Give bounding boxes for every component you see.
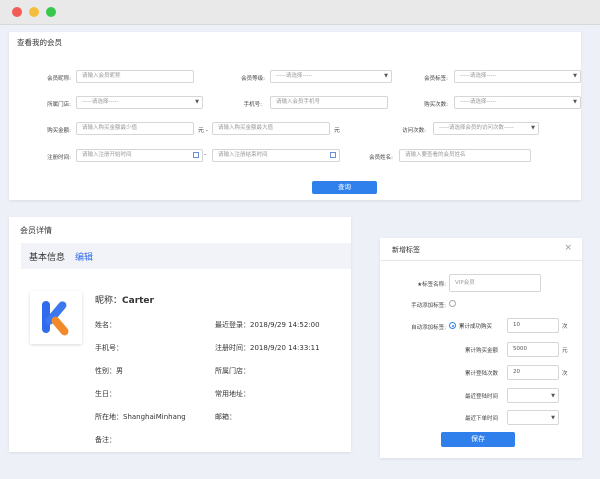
store-label: 所属门店: xyxy=(47,102,71,108)
register-time-field: 注册时间：2018/9/20 14:33:11 xyxy=(215,344,320,352)
gender-field: 性别：男 xyxy=(95,367,123,375)
member-detail-panel: 会员详情 基本信息 编辑 昵称：Carter 姓名： 最近登录：2018/9/2… xyxy=(9,217,351,452)
detail-panel-title: 会员详情 xyxy=(20,226,52,235)
remark-field: 备注： xyxy=(95,436,116,444)
visit-count-select[interactable]: -----请选择会员的访问次数----- ▼ xyxy=(433,122,539,135)
amount-min-input[interactable]: 请输入购买金额最少值 xyxy=(76,122,194,135)
level-label: 会员等级: xyxy=(241,76,265,82)
tag-select-value: -----请选择----- xyxy=(460,73,497,79)
register-end-input[interactable]: 请输入注册结束时间 xyxy=(212,149,340,162)
nickname-label: 会员昵称: xyxy=(47,76,71,82)
level-select-value: -----请选择----- xyxy=(276,73,313,79)
member-name-input[interactable]: 请输入要查看的会员姓名 xyxy=(399,149,531,162)
manual-tag-label: 手动添加标签: xyxy=(411,303,446,309)
purchase-count-unit: 次 xyxy=(562,324,568,330)
total-amount-label: 累计购买金额 xyxy=(464,348,498,354)
basic-info-title: 基本信息 xyxy=(29,253,66,263)
phone-label: 手机号: xyxy=(243,102,262,108)
visit-count-label: 访问次数: xyxy=(402,128,426,134)
save-button[interactable]: 保存 xyxy=(441,432,515,447)
purchase-count-select[interactable]: -----请选择----- ▼ xyxy=(454,96,581,109)
logo-icon xyxy=(42,301,69,336)
location-field: 所在地：ShanghaiMinhang xyxy=(95,413,186,421)
auto-tag-label: 自动添加标签: xyxy=(411,325,446,331)
tag-select[interactable]: -----请选择----- ▼ xyxy=(454,70,581,83)
app-window: 查看我的会员 会员昵称: 请输入会员昵称 会员等级: -----请选择-----… xyxy=(0,0,600,479)
login-count-input[interactable]: 20 xyxy=(507,365,559,380)
store-select[interactable]: -----请选择----- ▼ xyxy=(76,96,203,109)
total-amount-unit: 元 xyxy=(562,348,568,354)
last-login-field: 最近登录：2018/9/29 14:52:00 xyxy=(215,321,320,329)
member-search-panel: 查看我的会员 会员昵称: 请输入会员昵称 会员等级: -----请选择-----… xyxy=(9,32,581,200)
nickname-input[interactable]: 请输入会员昵称 xyxy=(76,70,194,83)
minimize-window-icon[interactable] xyxy=(29,7,39,17)
dialog-divider xyxy=(380,260,582,261)
chevron-down-icon: ▼ xyxy=(195,99,199,105)
register-end-value: 请输入注册结束时间 xyxy=(218,152,268,158)
birthday-field: 生日： xyxy=(95,390,116,398)
calendar-icon xyxy=(330,152,336,158)
level-select[interactable]: -----请选择----- ▼ xyxy=(270,70,392,83)
close-window-icon[interactable] xyxy=(12,7,22,17)
store-select-value: -----请选择----- xyxy=(82,99,119,105)
purchase-count-input[interactable]: 10 xyxy=(507,318,559,333)
last-order-time-label: 最近下单时间 xyxy=(464,416,498,422)
chevron-down-icon: ▼ xyxy=(384,73,388,79)
nickname-value: Carter xyxy=(122,296,154,306)
auto-tag-option: 累计成功购买 xyxy=(459,324,493,330)
purchase-count-label: 购买次数: xyxy=(424,102,448,108)
store-field: 所属门店： xyxy=(215,367,250,375)
member-name-label: 会员姓名: xyxy=(369,155,393,161)
close-icon[interactable]: × xyxy=(564,243,572,253)
tag-label: 会员标签: xyxy=(424,76,448,82)
search-panel-title: 查看我的会员 xyxy=(17,38,62,47)
register-time-label: 注册时间: xyxy=(47,155,71,161)
add-tag-dialog: 新增标签 × ★标签名称: VIP会员 手动添加标签: 自动添加标签: 累计成功… xyxy=(380,238,582,458)
last-login-time-select[interactable]: ▼ xyxy=(507,388,559,403)
edit-link[interactable]: 编辑 xyxy=(75,250,93,263)
register-range-separator: - xyxy=(204,151,207,158)
dialog-title: 新增标签 xyxy=(392,246,420,254)
total-amount-input[interactable]: 5000 xyxy=(507,342,559,357)
amount-label: 购买金额: xyxy=(47,128,71,134)
purchase-count-value: -----请选择----- xyxy=(460,99,497,105)
tag-name-input[interactable]: VIP会员 xyxy=(449,274,541,292)
calendar-icon xyxy=(193,152,199,158)
register-start-value: 请输入注册开始时间 xyxy=(82,152,132,158)
basic-info-header: 基本信息 编辑 xyxy=(21,243,351,269)
login-count-label: 累计登陆次数 xyxy=(464,371,498,377)
phone-field: 手机号： xyxy=(95,344,123,352)
manual-tag-radio[interactable] xyxy=(449,300,456,307)
window-titlebar xyxy=(0,0,600,25)
address-field: 常用地址： xyxy=(215,390,250,398)
tag-name-label: ★标签名称: xyxy=(417,282,446,288)
register-start-input[interactable]: 请输入注册开始时间 xyxy=(76,149,203,162)
visit-count-value: -----请选择会员的访问次数----- xyxy=(439,125,514,131)
maximize-window-icon[interactable] xyxy=(46,7,56,17)
chevron-down-icon: ▼ xyxy=(551,415,555,421)
query-button[interactable]: 查询 xyxy=(312,181,377,194)
name-field: 姓名： xyxy=(95,321,116,329)
amount-unit: 元 xyxy=(334,127,341,134)
chevron-down-icon: ▼ xyxy=(573,73,577,79)
auto-tag-radio[interactable] xyxy=(449,322,456,329)
amount-max-input[interactable]: 请输入购买金额最大值 xyxy=(212,122,330,135)
nickname-label: 昵称： xyxy=(95,296,123,306)
nickname-row: 昵称：Carter xyxy=(95,293,154,306)
chevron-down-icon: ▼ xyxy=(551,393,555,399)
member-avatar xyxy=(30,291,82,344)
login-count-unit: 次 xyxy=(562,371,568,377)
email-field: 邮箱： xyxy=(215,413,236,421)
last-order-time-select[interactable]: ▼ xyxy=(507,410,559,425)
amount-range-separator: 元 - xyxy=(198,127,209,134)
chevron-down-icon: ▼ xyxy=(573,99,577,105)
last-login-time-label: 最近登陆时间 xyxy=(464,394,498,400)
phone-input[interactable]: 请输入会员手机号 xyxy=(270,96,388,109)
chevron-down-icon: ▼ xyxy=(531,125,535,131)
